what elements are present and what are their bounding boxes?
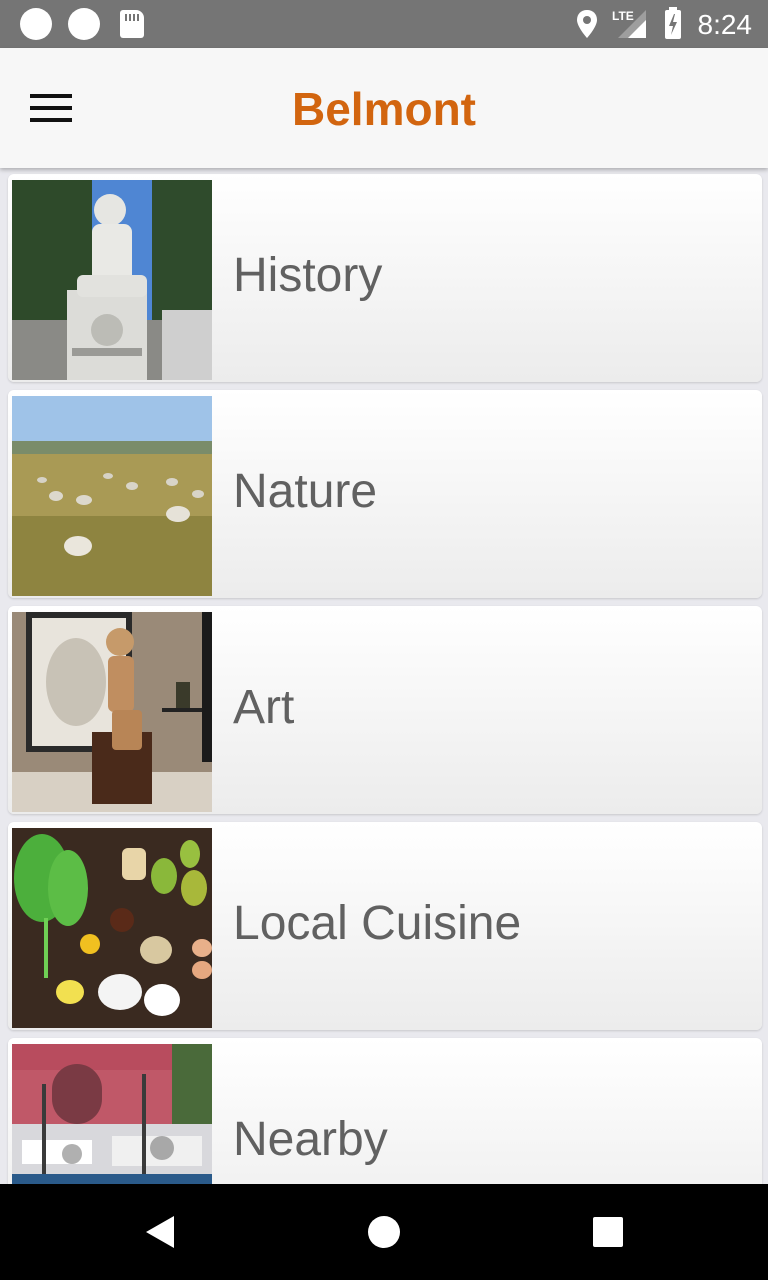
notification-dot-icon (68, 8, 100, 40)
category-label: Nearby (233, 1113, 388, 1166)
history-thumbnail (12, 180, 212, 380)
recents-button[interactable] (592, 1216, 624, 1248)
system-nav-bar (0, 1184, 768, 1280)
lte-signal-icon: LTE (612, 9, 646, 38)
home-button[interactable] (366, 1214, 402, 1250)
local-cuisine-thumbnail (12, 828, 212, 1028)
battery-charging-icon (665, 7, 681, 39)
back-icon (146, 1216, 174, 1248)
category-card-art[interactable]: Art (8, 606, 762, 814)
recents-icon (593, 1217, 623, 1247)
category-label: History (233, 249, 383, 302)
back-button[interactable] (140, 1212, 180, 1252)
category-card-nature[interactable]: Nature (8, 390, 762, 598)
category-list[interactable]: History Nature Art Local Cuisine Nearby (0, 168, 768, 1184)
network-label: LTE (612, 9, 634, 23)
category-label: Nature (233, 465, 378, 518)
category-card-nearby[interactable]: Nearby (8, 1038, 762, 1184)
location-icon (577, 10, 597, 38)
sd-card-icon (120, 10, 144, 38)
category-label: Local Cuisine (233, 897, 522, 950)
home-icon (368, 1216, 400, 1248)
category-card-local-cuisine[interactable]: Local Cuisine (8, 822, 762, 1030)
status-bar: LTE 8:24 (0, 0, 768, 48)
notification-dot-icon (20, 8, 52, 40)
app-bar: Belmont (0, 48, 768, 168)
app-title: Belmont (292, 83, 476, 135)
art-thumbnail (12, 612, 212, 812)
category-label: Art (233, 681, 295, 734)
nearby-thumbnail (12, 1044, 212, 1184)
category-card-history[interactable]: History (8, 174, 762, 382)
nature-thumbnail (12, 396, 212, 596)
status-time: 8:24 (697, 9, 753, 40)
